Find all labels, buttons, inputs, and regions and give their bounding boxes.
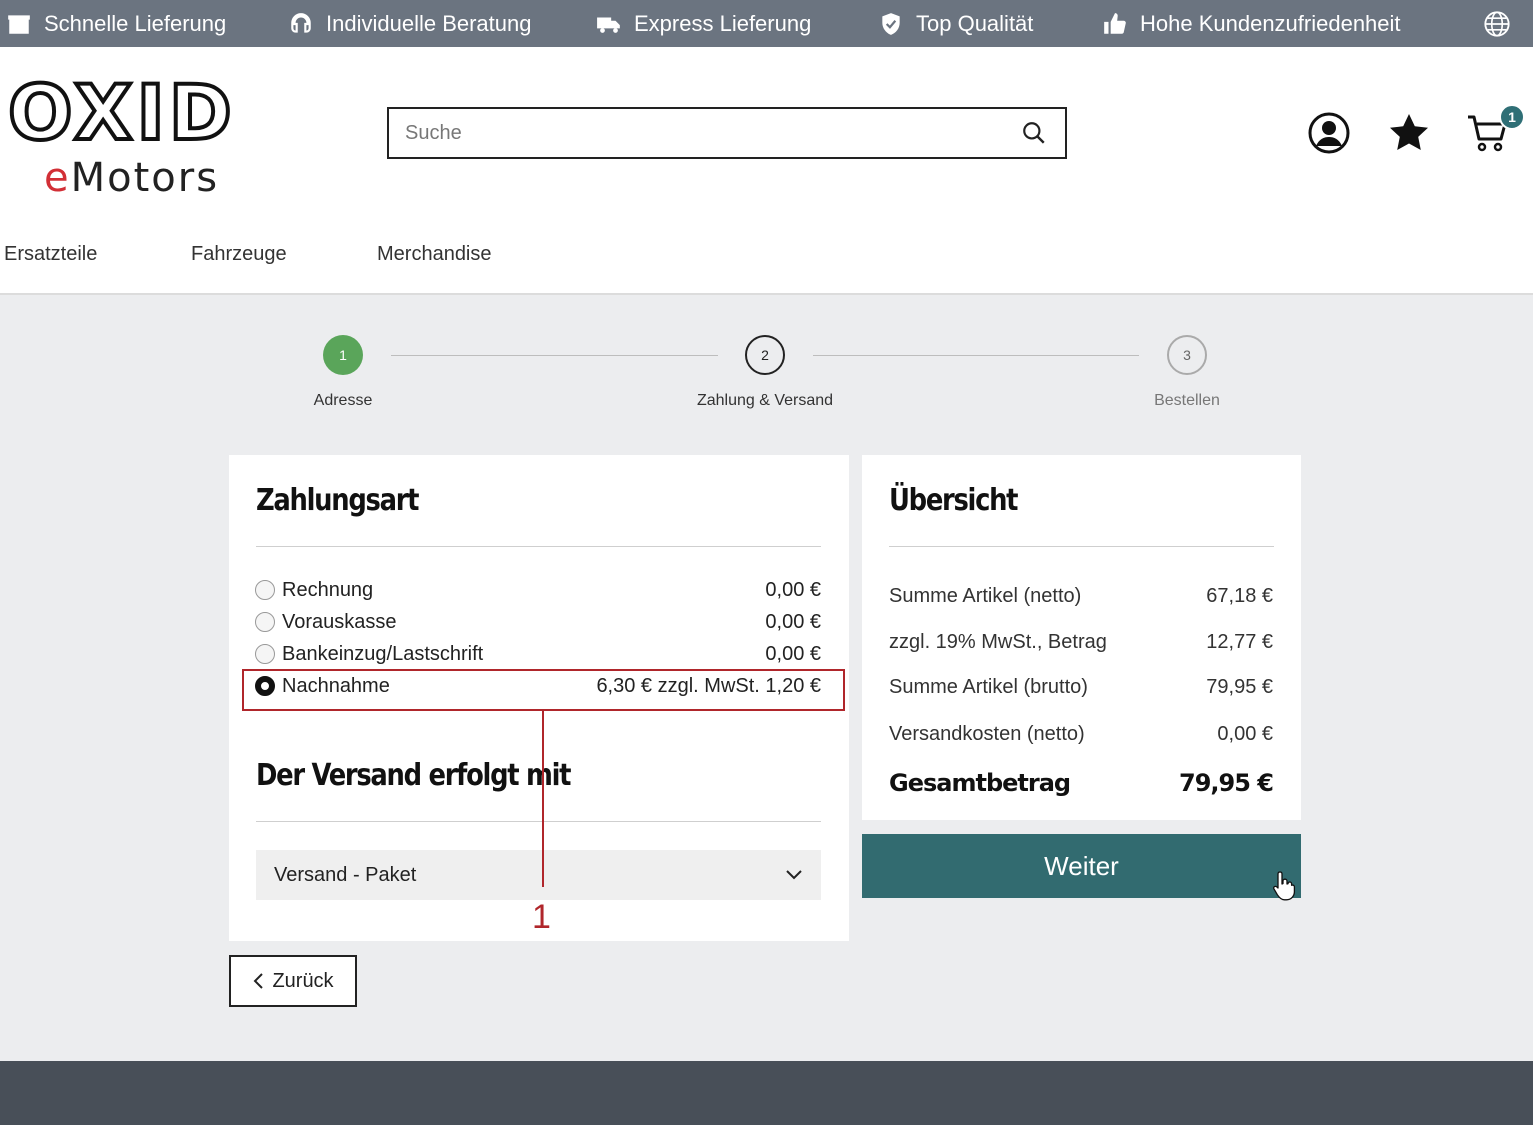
next-button[interactable]: Weiter <box>862 834 1301 898</box>
annotation-callout-number: 1 <box>532 898 551 936</box>
truck-icon <box>597 17 620 33</box>
summary-label: Versandkosten (netto) <box>889 723 1085 745</box>
radio-button[interactable] <box>255 644 275 664</box>
nav-fahrzeuge[interactable]: Fahrzeuge <box>191 243 287 266</box>
summary-row: zzgl. 19% MwSt., Betrag 12,77 € <box>889 631 1273 654</box>
radio-button[interactable] <box>255 580 275 600</box>
payment-option-label: Vorauskasse <box>282 610 397 633</box>
shipping-method-value: Versand - Paket <box>274 863 417 886</box>
usp-label: Express Lieferung <box>634 10 812 36</box>
usp-consulting: Individuelle Beratung <box>288 0 531 47</box>
nav-ersatzteile[interactable]: Ersatzteile <box>4 243 97 266</box>
oxid-emotors-logo[interactable]: OXID eMotors <box>4 73 280 201</box>
payment-title: Zahlungsart <box>256 483 419 518</box>
usp-label: Hohe Kundenzufriedenheit <box>1140 10 1401 36</box>
step-3-label: Bestellen <box>1154 392 1220 409</box>
back-button[interactable]: Zurück <box>229 955 357 1007</box>
divider <box>889 546 1274 547</box>
summary-row: Summe Artikel (brutto) 79,95 € <box>889 676 1273 699</box>
order-summary-panel: Übersicht Summe Artikel (netto) 67,18 € … <box>862 455 1301 820</box>
summary-total-row: Gesamtbetrag 79,95 € <box>889 769 1274 797</box>
summary-value: 67,18 € <box>1206 585 1273 607</box>
shipping-title: Der Versand erfolgt mit <box>256 758 571 793</box>
step-2-label: Zahlung & Versand <box>696 392 834 409</box>
site-footer <box>0 1061 1533 1125</box>
usp-fast-delivery: Schnelle Lieferung <box>6 0 226 47</box>
usp-satisfaction: Hohe Kundenzufriedenheit <box>1102 0 1401 47</box>
box-icon <box>8 14 30 34</box>
payment-option-price: 0,00 € <box>765 578 821 601</box>
summary-row: Summe Artikel (netto) 67,18 € <box>889 585 1273 608</box>
annotation-highlight-box <box>242 669 845 711</box>
shipping-method-select[interactable]: Versand - Paket <box>256 850 821 900</box>
cart-count-badge: 1 <box>1499 104 1525 130</box>
usp-label: Individuelle Beratung <box>326 10 532 36</box>
divider <box>256 546 821 547</box>
summary-value: 12,77 € <box>1206 631 1273 653</box>
radio-button[interactable] <box>255 612 275 632</box>
summary-label: zzgl. 19% MwSt., Betrag <box>889 631 1107 653</box>
step-connector <box>813 355 1139 356</box>
usp-label: Schnelle Lieferung <box>44 10 227 36</box>
wishlist-star-icon[interactable] <box>1387 111 1431 155</box>
payment-option-price: 0,00 € <box>765 642 821 665</box>
step-2-circle: 2 <box>745 335 785 375</box>
account-icon[interactable] <box>1307 111 1351 155</box>
total-label: Gesamtbetrag <box>889 769 1071 797</box>
svg-text:eMotors: eMotors <box>44 155 219 201</box>
chevron-down-icon <box>786 870 802 880</box>
summary-value: 0,00 € <box>1217 723 1273 745</box>
thumbs-up-icon <box>1104 12 1126 34</box>
summary-value: 79,95 € <box>1206 676 1273 698</box>
search-icon[interactable] <box>1021 120 1047 146</box>
summary-label: Summe Artikel (brutto) <box>889 676 1088 698</box>
nav-merchandise[interactable]: Merchandise <box>377 243 492 266</box>
step-1-circle[interactable]: 1 <box>323 335 363 375</box>
site-header: OXID eMotors 1 Ersatzteile Fahrzeuge Mer… <box>0 47 1533 295</box>
summary-label: Summe Artikel (netto) <box>889 585 1082 607</box>
payment-option-rechnung[interactable]: Rechnung 0,00 € <box>255 575 821 605</box>
step-connector <box>391 355 718 356</box>
shield-icon <box>882 12 900 35</box>
payment-option-label: Bankeinzug/Lastschrift <box>282 642 484 665</box>
payment-option-lastschrift[interactable]: Bankeinzug/Lastschrift 0,00 € <box>255 639 821 669</box>
globe-icon[interactable] <box>1483 10 1511 38</box>
usp-bar: Schnelle Lieferung Individuelle Beratung… <box>0 0 1533 47</box>
back-button-label: Zurück <box>272 969 334 992</box>
total-value: 79,95 € <box>1179 769 1274 797</box>
chevron-left-icon <box>254 973 264 989</box>
payment-option-label: Rechnung <box>282 578 374 601</box>
search-input[interactable] <box>389 109 1021 157</box>
headset-icon <box>291 12 311 33</box>
annotation-callout-line <box>542 711 544 887</box>
step-1-label[interactable]: Adresse <box>243 392 443 410</box>
payment-option-price: 0,00 € <box>765 610 821 633</box>
payment-option-vorauskasse[interactable]: Vorauskasse 0,00 € <box>255 607 821 637</box>
usp-quality: Top Qualität <box>878 0 1033 47</box>
summary-title: Übersicht <box>889 483 1019 518</box>
step-3-circle: 3 <box>1167 335 1207 375</box>
svg-text:OXID: OXID <box>8 73 236 157</box>
divider <box>256 821 821 822</box>
usp-label: Top Qualität <box>916 10 1034 36</box>
summary-row: Versandkosten (netto) 0,00 € <box>889 723 1273 746</box>
hand-cursor-icon <box>1273 871 1296 901</box>
usp-express: Express Lieferung <box>596 0 811 47</box>
search-box <box>387 107 1067 159</box>
